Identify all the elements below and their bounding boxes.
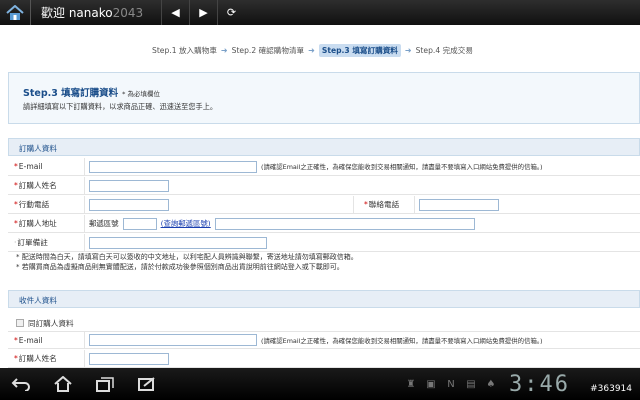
page-title: 歡迎 nanako2043 [41, 6, 144, 20]
buyer-email-input[interactable] [89, 160, 257, 173]
buyer-address-input[interactable] [214, 217, 475, 230]
buyer-phone-input[interactable] [419, 198, 499, 211]
receiver-section-title: 收件人資料 [8, 290, 640, 308]
step-4: Step.4 完成交易 [415, 46, 473, 55]
intro-title: Step.3 填寫訂購資料 * 為必填欄位 [23, 88, 160, 99]
reload-button[interactable]: ⟳ [217, 0, 245, 25]
receiver-email-row: *E-mail (請確認Email之正確性，為確保您能收到交易相關通知，請盡量不… [8, 331, 640, 349]
forward-button[interactable]: ▶ [189, 0, 217, 25]
lock-icon: ♠ [486, 378, 496, 390]
note-1: * 配送時間為白天，請填寫白天可以簽收的中文地址，以利宅配人員辨識與聯繫，寄送地… [16, 253, 358, 261]
sd-icon: ▤ [466, 378, 476, 390]
checkout-steps: Step.1 放入購物車 ➜ Step.2 確認購物清單 ➜ Step.3 填寫… [152, 44, 473, 57]
same-as-buyer-checkbox[interactable] [16, 319, 24, 327]
step-2: Step.2 確認購物清單 [231, 46, 305, 55]
intro-box: Step.3 填寫訂購資料 * 為必填欄位 請詳細填寫以下訂購資料，以求商品正確、… [8, 72, 640, 124]
buyer-email-label: *E-mail [14, 162, 43, 171]
back-icon: ◀ [171, 6, 180, 19]
browser-topbar: 歡迎 nanako2043 ◀ ▶ ⟳ [0, 0, 640, 25]
buyer-address-row: *訂購人地址 郵遞區號 (查詢郵遞區號) [8, 214, 640, 233]
buyer-phone-row: *行動電話 *聯絡電話 [8, 195, 640, 214]
watermark: #363914 [590, 384, 632, 394]
buyer-name-input[interactable] [89, 179, 169, 192]
usb-icon: ♜ [406, 378, 416, 390]
buyer-name-label: *訂購人姓名 [14, 181, 57, 190]
n-app-icon: N [447, 378, 455, 390]
memo-input[interactable] [89, 236, 267, 249]
back-nav-icon[interactable] [0, 377, 42, 391]
receiver-name-input[interactable] [89, 352, 169, 365]
buyer-address-label: *訂購人地址 [14, 219, 57, 228]
home-icon[interactable] [0, 0, 30, 25]
buyer-mobile-input[interactable] [89, 198, 169, 211]
required-note: * 為必填欄位 [122, 90, 160, 98]
buyer-email-row: *E-mail (請確認Email之正確性，為確保您能收到交易相關通知，請盡量不… [8, 157, 640, 176]
buyer-name-row: *訂購人姓名 [8, 176, 640, 195]
step-1: Step.1 放入購物車 [152, 46, 217, 55]
receiver-name-row: *訂購人姓名 [8, 349, 640, 368]
buyer-phone-label: *聯絡電話 [364, 200, 400, 209]
step-arrow-icon: ➜ [404, 46, 412, 55]
notification-icon: ▣ [426, 378, 436, 390]
memo-label: ·訂單備註 [14, 238, 48, 247]
reload-icon: ⟳ [226, 6, 237, 19]
zip-input[interactable] [122, 217, 157, 230]
back-button[interactable]: ◀ [161, 0, 189, 25]
same-as-buyer-row: 同訂購人資料 [8, 314, 640, 332]
receiver-email-label: *E-mail [14, 335, 43, 345]
buyer-mobile-label: *行動電話 [14, 200, 50, 209]
receiver-email-input[interactable] [89, 334, 257, 346]
receiver-email-hint: (請確認Email之正確性，為確保您能收到交易相關通知，請盡量不要填寫入口網站免… [261, 336, 543, 345]
screenshot-icon[interactable] [126, 376, 168, 392]
forward-icon: ▶ [199, 6, 208, 19]
home-nav-icon[interactable] [42, 376, 84, 392]
recent-apps-icon[interactable] [84, 376, 126, 392]
email-hint: (請確認Email之正確性，為確保您能收到交易相關通知，請盡量不要填寫入口網站免… [261, 163, 543, 171]
buyer-memo-row: ·訂單備註 [8, 233, 640, 252]
zip-label: 郵遞區號 [89, 219, 119, 228]
buyer-section-title: 訂購人資料 [8, 138, 640, 156]
delivery-notes: * 配送時間為白天，請填寫白天可以簽收的中文地址，以利宅配人員辨識與聯繫，寄送地… [16, 252, 358, 272]
same-as-buyer-label: 同訂購人資料 [28, 318, 74, 328]
system-navbar: ♜ ▣ N ▤ ♠ 3:46 [0, 368, 640, 400]
clock: 3:46 [509, 371, 570, 397]
note-2: * 若購買商品為虛擬商品則無實體配送，請於付款成功後參照個別商品出貨說明前往網站… [16, 263, 344, 271]
step-3: Step.3 填寫訂購資料 [318, 44, 401, 57]
intro-description: 請詳細填寫以下訂購資料，以求商品正確、迅速送至您手上。 [23, 102, 218, 111]
zip-lookup-link[interactable]: (查詢郵遞區號) [161, 218, 211, 229]
step-arrow-icon: ➜ [220, 46, 228, 55]
receiver-name-label: *訂購人姓名 [14, 354, 57, 363]
step-arrow-icon: ➜ [308, 46, 315, 55]
